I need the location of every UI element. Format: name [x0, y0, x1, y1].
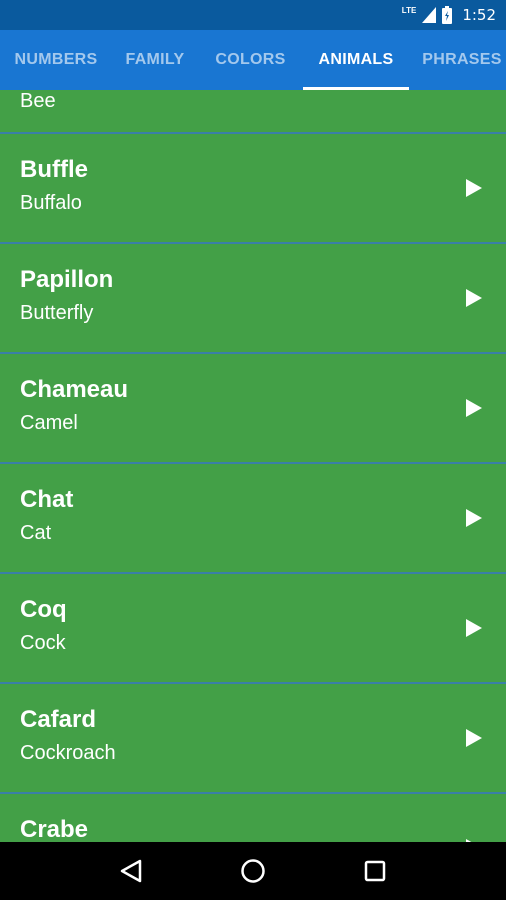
french-word: Buffle — [20, 156, 88, 183]
home-icon — [241, 859, 265, 883]
back-button[interactable] — [111, 851, 151, 891]
french-word: Chat — [20, 486, 74, 513]
english-word: Cat — [20, 522, 52, 544]
back-icon — [120, 859, 142, 883]
play-icon[interactable] — [466, 619, 482, 637]
english-word: Cockroach — [20, 742, 116, 764]
navigation-bar — [0, 842, 506, 900]
tab-numbers[interactable]: NUMBERS — [0, 30, 112, 90]
word-list[interactable]: Bee Buffle Buffalo Papillon Butterfly Ch… — [0, 90, 506, 842]
tab-bar: NUMBERS FAMILY COLORS ANIMALS PHRASES — [0, 30, 506, 90]
clock: 1:52 — [462, 6, 496, 24]
english-word: Cock — [20, 632, 66, 654]
list-item[interactable]: Papillon Butterfly — [0, 244, 506, 354]
french-word: Papillon — [20, 266, 114, 293]
tab-colors[interactable]: COLORS — [198, 30, 303, 90]
list-item[interactable]: Coq Cock — [0, 574, 506, 684]
list-item[interactable]: Chat Cat — [0, 464, 506, 574]
tab-phrases[interactable]: PHRASES — [409, 30, 506, 90]
home-button[interactable] — [233, 851, 273, 891]
english-word: Butterfly — [20, 302, 94, 324]
french-word: Coq — [20, 596, 67, 623]
lte-icon: LTE — [401, 5, 417, 15]
play-icon[interactable] — [466, 179, 482, 197]
play-icon[interactable] — [466, 729, 482, 747]
english-word: Buffalo — [20, 192, 82, 214]
play-icon[interactable] — [466, 289, 482, 307]
english-word: Camel — [20, 412, 78, 434]
list-item[interactable]: Bee — [0, 90, 506, 134]
play-icon[interactable] — [466, 509, 482, 527]
french-word: Crabe — [20, 816, 89, 842]
french-word: Chameau — [20, 376, 129, 403]
battery-icon — [442, 6, 453, 24]
recents-button[interactable] — [355, 851, 395, 891]
list-item[interactable]: Crabe — [0, 794, 506, 842]
french-word: Cafard — [20, 706, 97, 733]
english-word: Bee — [20, 90, 56, 112]
tab-family[interactable]: FAMILY — [112, 30, 198, 90]
list-item[interactable]: Chameau Camel — [0, 354, 506, 464]
signal-icon — [422, 7, 437, 23]
status-bar: LTE 1:52 — [0, 0, 506, 30]
recents-icon — [364, 860, 386, 882]
list-item[interactable]: Buffle Buffalo — [0, 134, 506, 244]
play-icon[interactable] — [466, 399, 482, 417]
list-item[interactable]: Cafard Cockroach — [0, 684, 506, 794]
tab-animals[interactable]: ANIMALS — [303, 30, 409, 90]
